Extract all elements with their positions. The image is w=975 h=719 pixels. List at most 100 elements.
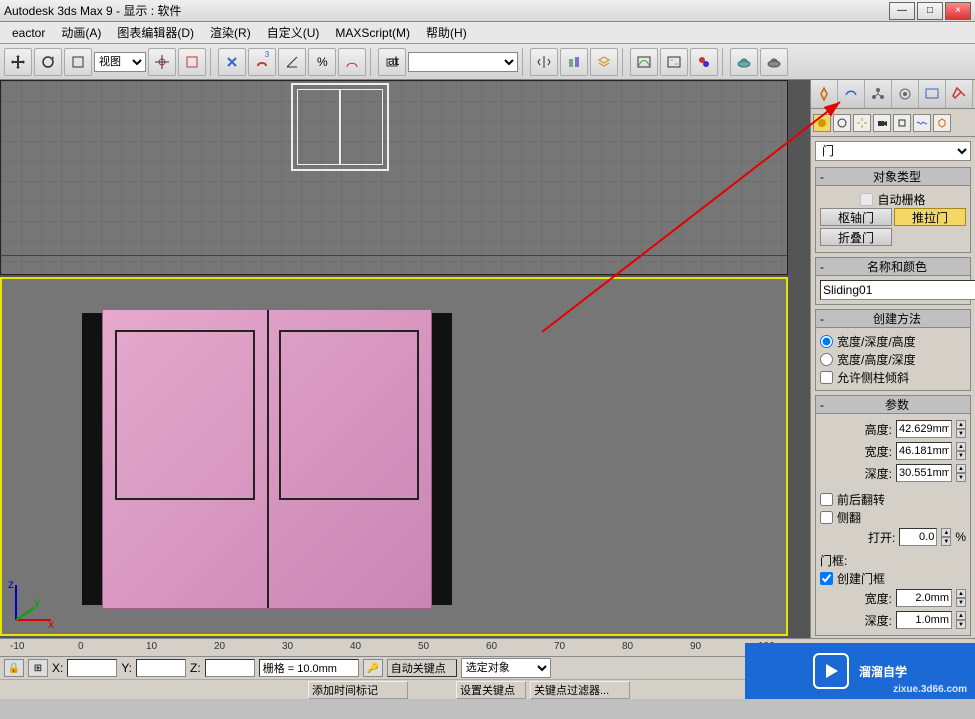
sub-spacewarp-icon[interactable] [913,114,931,132]
tick: 90 [690,641,701,652]
minimize-button[interactable]: — [889,2,915,20]
svg-text:y: y [34,595,40,609]
rotate-tool-icon[interactable] [34,48,62,76]
axis-x [1,255,787,256]
lock-icon[interactable]: 🔒 [4,659,24,677]
autogrid-checkbox[interactable] [860,193,873,206]
whd-radio[interactable] [820,353,833,366]
viewport-top[interactable] [0,80,788,275]
width-input[interactable] [896,442,952,460]
tick: 40 [350,641,361,652]
rollout-header[interactable]: -创建方法 [816,310,970,328]
object-name-input[interactable] [820,280,975,300]
sub-cameras-icon[interactable] [873,114,891,132]
keymode-dropdown[interactable]: 选定对象 [461,658,551,678]
curve-editor-icon[interactable] [630,48,658,76]
named-selection-dropdown[interactable] [408,52,518,72]
coord-z-field[interactable] [205,659,255,677]
move-tool-icon[interactable] [4,48,32,76]
coord-x-field[interactable] [67,659,117,677]
svg-text:%: % [317,55,328,69]
tab-display[interactable] [919,80,946,108]
height-input[interactable] [896,420,952,438]
mirror-icon[interactable] [530,48,558,76]
rollout-header[interactable]: -参数 [816,396,970,414]
render-scene-icon[interactable] [730,48,758,76]
sub-systems-icon[interactable] [933,114,951,132]
sub-helpers-icon[interactable] [893,114,911,132]
layers-icon[interactable] [590,48,618,76]
select-manip-icon[interactable] [178,48,206,76]
pivot-door-button[interactable]: 枢轴门 [820,208,892,226]
door-frame-left [82,313,102,605]
coord-y-label: Y: [121,661,132,675]
pivot-center-icon[interactable] [148,48,176,76]
rollout-header[interactable]: -对象类型 [816,168,970,186]
tab-modify[interactable] [838,80,865,108]
close-button[interactable]: × [945,2,971,20]
fdepth-spinner[interactable]: ▲▼ [956,611,966,629]
fdepth-input[interactable] [896,611,952,629]
tick: 70 [554,641,565,652]
svg-text:z: z [8,580,14,591]
sliding-door-button[interactable]: 推拉门 [894,208,966,226]
tab-utilities[interactable] [946,80,973,108]
coord-y-field[interactable] [136,659,186,677]
quick-render-icon[interactable] [760,48,788,76]
depth-spinner[interactable]: ▲▼ [956,464,966,482]
viewport-perspective[interactable]: x z y [0,277,788,636]
fwidth-input[interactable] [896,589,952,607]
watermark-text: 溜溜自学 [859,663,907,680]
keyfilter-button[interactable]: 关键点过滤器... [530,681,630,699]
rollout-header[interactable]: -名称和颜色 [816,258,970,276]
align-icon[interactable] [560,48,588,76]
angle-snap-icon[interactable] [278,48,306,76]
menu-help[interactable]: 帮助(H) [418,22,475,43]
open-spinner[interactable]: ▲▼ [941,528,951,546]
menu-reactor[interactable]: eactor [4,24,53,42]
tilt-checkbox[interactable] [820,371,833,384]
menu-customize[interactable]: 自定义(U) [259,22,328,43]
fwidth-spinner[interactable]: ▲▼ [956,589,966,607]
command-tabs [811,80,975,109]
menu-animation[interactable]: 动画(A) [53,22,109,43]
spinner-snap-icon[interactable] [338,48,366,76]
tab-motion[interactable] [892,80,919,108]
fbflip-label: 前后翻转 [837,491,885,508]
geometry-type-dropdown[interactable]: 门 [815,141,971,161]
scale-tool-icon[interactable] [64,48,92,76]
tab-hierarchy[interactable] [865,80,892,108]
width-spinner[interactable]: ▲▼ [956,442,966,460]
rollout-object-type: -对象类型 自动栅格 枢轴门 推拉门 折叠门 [815,167,971,253]
open-input[interactable] [899,528,937,546]
createframe-checkbox[interactable] [820,572,833,585]
named-sel-icon[interactable]: abc [378,48,406,76]
key-icon[interactable]: 🔑 [363,659,383,677]
material-editor-icon[interactable] [690,48,718,76]
depth-input[interactable] [896,464,952,482]
sub-lights-icon[interactable] [853,114,871,132]
sub-geometry-icon[interactable] [813,114,831,132]
autokey-button[interactable]: 自动关键点 [387,659,457,677]
wdh-radio[interactable] [820,335,833,348]
menu-rendering[interactable]: 渲染(R) [202,22,259,43]
menu-maxscript[interactable]: MAXScript(M) [327,24,418,42]
percent-snap-icon[interactable]: % [308,48,336,76]
door-split [267,310,269,608]
height-spinner[interactable]: ▲▼ [956,420,966,438]
grid-field: 栅格 = 10.0mm [259,659,359,677]
ref-coord-dropdown[interactable]: 视图 [94,52,146,72]
transform-typein-icon[interactable]: ⊞ [28,659,48,677]
maximize-button[interactable]: □ [917,2,943,20]
snap-toggle-icon[interactable]: 3 [248,48,276,76]
addtime-button[interactable]: 添加时间标记 [308,681,408,699]
sub-shapes-icon[interactable] [833,114,851,132]
fbflip-checkbox[interactable] [820,493,833,506]
schematic-view-icon[interactable] [660,48,688,76]
setkey-button[interactable]: 设置关键点 [456,681,526,699]
keyboard-shortcut-icon[interactable] [218,48,246,76]
tab-create[interactable] [811,80,838,108]
sideflip-checkbox[interactable] [820,511,833,524]
folding-door-button[interactable]: 折叠门 [820,228,892,246]
menu-graph-editors[interactable]: 图表编辑器(D) [109,22,202,43]
